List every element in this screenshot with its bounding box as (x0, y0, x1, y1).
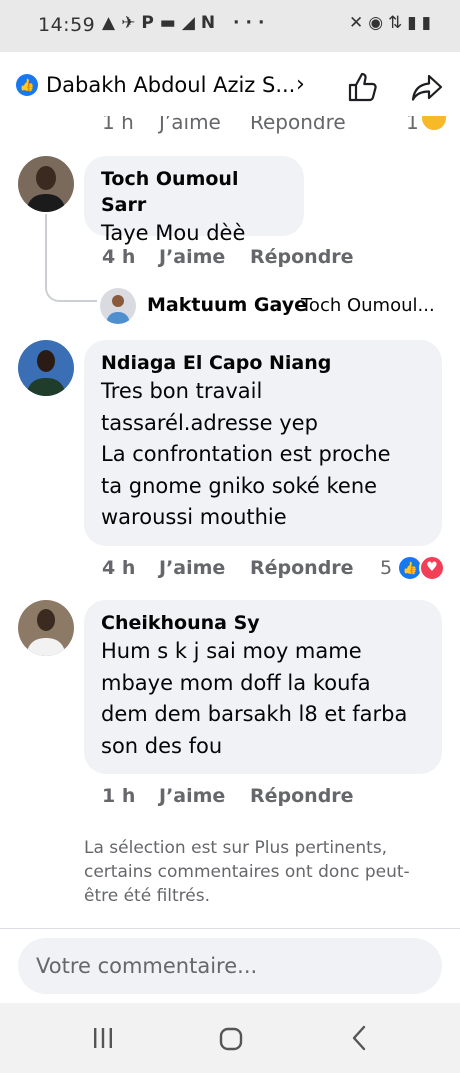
system-nav-bar (0, 1003, 460, 1073)
thumbs-up-icon[interactable] (346, 70, 380, 104)
comment-author[interactable]: Toch Oumoul Sarr (101, 166, 288, 218)
share-arrow-icon[interactable] (410, 72, 444, 102)
previous-comment-actions: 1 h J’aime Répondre 1 (0, 116, 460, 140)
comment-bubble[interactable]: Ndiaga El Capo Niang Tres bon travail ta… (84, 340, 442, 546)
comment-bubble[interactable]: Toch Oumoul Sarr Taye Mou dèè (84, 156, 304, 245)
comment-time: 4 h (102, 557, 136, 579)
comment-author[interactable]: Cheikhouna Sy (101, 610, 426, 636)
like-link[interactable]: J’aime (159, 785, 225, 807)
thread-connector (45, 214, 97, 302)
comment-time: 1 h (102, 785, 136, 807)
reaction-count: 1 (406, 116, 419, 134)
chevron-right-icon[interactable]: › (296, 72, 305, 97)
like-link[interactable]: J’aime (159, 246, 225, 268)
reply-avatar[interactable] (100, 288, 136, 324)
status-bar: 14:59 ▲✈P▬◢N ··· ✕◉⇅▮▮ (0, 0, 460, 52)
haha-reaction-icon (420, 116, 448, 132)
reply-link[interactable]: Répondre (250, 557, 354, 579)
comment-author[interactable]: Ndiaga El Capo Niang (101, 350, 426, 376)
home-icon[interactable] (219, 1027, 243, 1051)
comment-input[interactable] (18, 938, 442, 994)
notification-icons: ▲✈P▬◢N ··· (102, 13, 271, 33)
reaction-count[interactable]: 5 (380, 557, 392, 579)
reply-author[interactable]: Maktuum Gaye (147, 294, 307, 316)
reply-link[interactable]: Répondre (250, 116, 346, 134)
comment-bubble[interactable]: Cheikhouna Sy Hum s k j sai moy mame mba… (84, 600, 442, 774)
like-link[interactable]: J’aime (159, 557, 225, 579)
comment-text: Hum s k j sai moy mame mbaye mom doff la… (101, 639, 408, 758)
filter-note: La sélection est sur Plus pertinents, ce… (84, 838, 410, 906)
like-badge-icon: 👍 (16, 74, 38, 96)
reply-link[interactable]: Répondre (250, 785, 354, 807)
divider (0, 928, 460, 929)
love-reaction-icon: ♥ (419, 555, 445, 581)
status-time: 14:59 (38, 14, 96, 36)
reply-preview-text[interactable]: Toch Oumoul... (301, 295, 435, 316)
system-icons: ✕◉⇅▮▮ (348, 13, 436, 33)
back-icon[interactable] (350, 1025, 368, 1051)
avatar[interactable] (18, 600, 74, 656)
like-link[interactable]: J’aime (159, 116, 221, 134)
comment-text: Taye Mou dèè (101, 221, 246, 245)
avatar[interactable] (18, 340, 74, 396)
post-reactors-title[interactable]: Dabakh Abdoul Aziz S... (46, 73, 295, 97)
reply-link[interactable]: Répondre (250, 246, 354, 268)
comment-time: 4 h (102, 246, 136, 268)
post-header: 👍 Dabakh Abdoul Aziz S... › (0, 52, 460, 116)
comment-text: Tres bon travail tassarél.adresse yep La… (101, 379, 391, 529)
comment-time: 1 h (102, 116, 134, 134)
avatar[interactable] (18, 156, 74, 212)
recents-icon[interactable] (92, 1027, 114, 1049)
